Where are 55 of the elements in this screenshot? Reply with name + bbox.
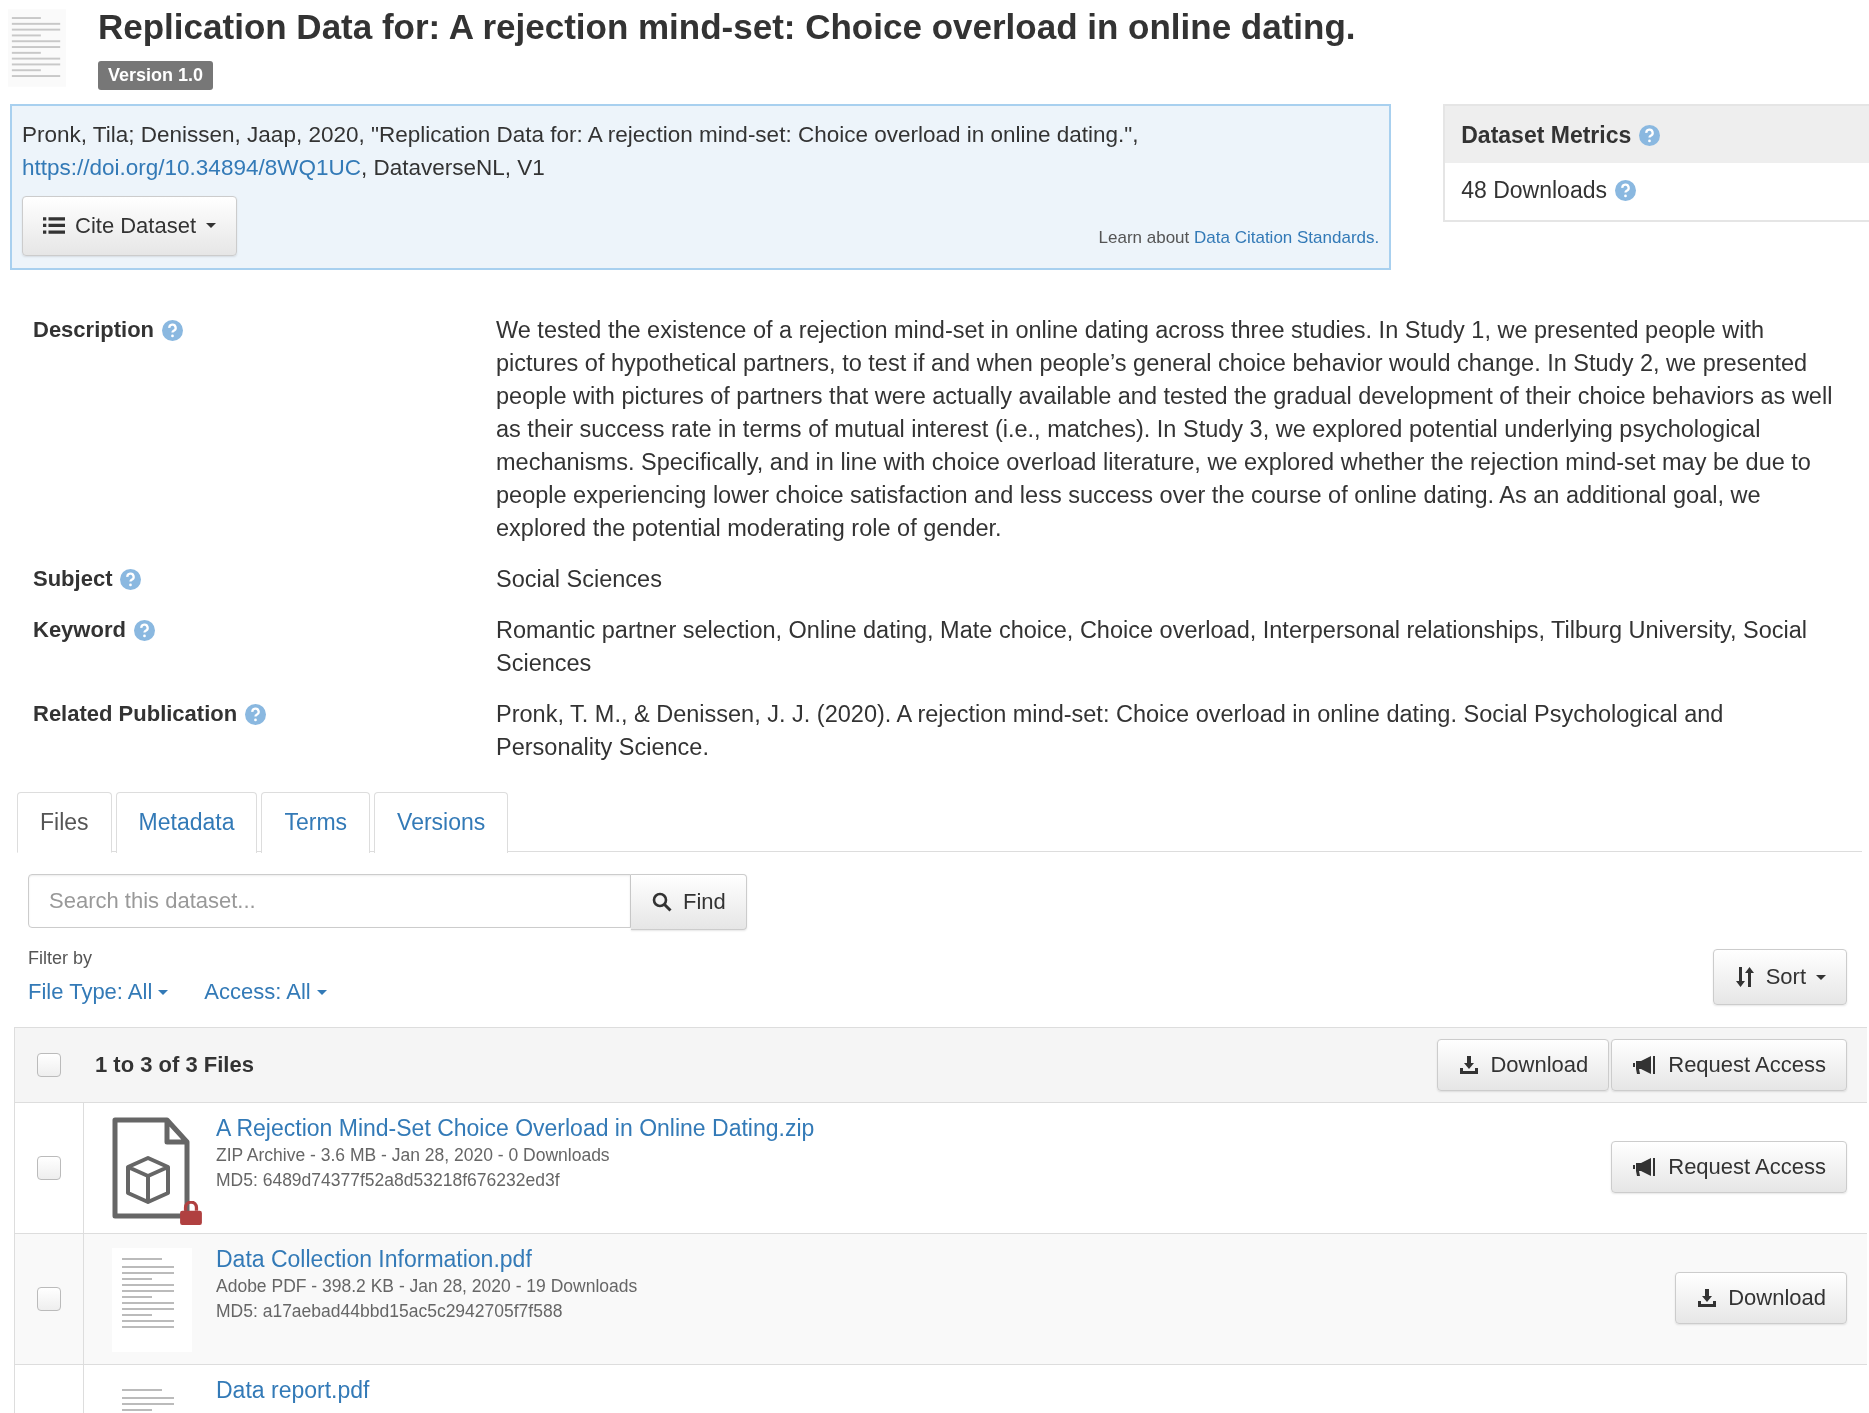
sort-icon [1733,967,1756,987]
download-count: 48 Downloads [1461,176,1607,204]
dataset-title: Replication Data for: A rejection mind-set: Choice overload in online dating. [98,8,1356,47]
filter-dropdown[interactable]: File Type: All [28,979,169,1005]
tab[interactable]: Terms [261,791,371,853]
field-value: We tested the existence of a rejection mind-set in online dating across three studies. In Study 1, we presented people with pictures of hypothetical partners, to test if and when people’s general choice behavior would change. In Study 2, we presented people with pictures of partners that were actually available and tested the gradual development of their choice behaviors as well as their success rate in terms of mutual interest (i.e., matches). In Study 3, we explored potential underlying psychological mechanisms. Specifically, and in line with choice overload literature, we explored whether the rejection mind-set may be due to people experiencing lower choice satisfaction and less success over the course of online dating. As an additional goal, we explored the potential moderating role of gender. [496,315,1834,543]
citation-standards-link[interactable]: Data Citation Standards. [1194,227,1380,247]
help-icon[interactable] [133,619,155,641]
file-details: ZIP Archive - 3.6 MB - Jan 28, 2020 - 0 Downloads [216,1144,611,1167]
checkbox[interactable] [37,1287,61,1311]
caret-icon [206,223,217,228]
field-label: Related Publication [33,701,238,727]
help-icon[interactable] [1639,124,1661,146]
file-name-link[interactable]: Data Collection Information.pdf [216,1244,638,1274]
field-value: Romantic partner selection, Online dating, Mate choice, Choice overload, Interpersonal relationships, Tilburg University, Social Sciences [496,615,1808,678]
field-value: Social Sciences [496,564,663,594]
tab[interactable]: Files [17,791,112,853]
tab[interactable]: Metadata [115,791,258,853]
file-checksum: MD5: a17aebad44bbd15ac5c2942705f7f588 [216,1300,564,1323]
help-icon[interactable] [245,703,267,725]
checkbox[interactable] [37,1156,61,1180]
help-icon[interactable] [1615,179,1636,201]
sort-button[interactable]: Sort [1712,949,1847,1005]
learn-note: Learn about Data Citation Standards. [1098,227,1380,248]
list-icon [43,215,65,236]
file-name-link[interactable]: Data report.pdf [216,1375,370,1405]
search-field[interactable]: Search this dataset... [28,874,631,928]
file-count: 1 to 3 of 3 Files [95,1052,254,1078]
request-access-button[interactable]: Request Access [1611,1039,1847,1091]
help-icon[interactable] [162,319,184,341]
find-button[interactable]: Find [631,874,747,930]
filter-label: Filter by [28,948,93,969]
file-name-link[interactable]: A Rejection Mind-Set Choice Overload in Online Dating.zip [216,1113,815,1143]
version-badge: Version 1.0 [98,60,214,90]
checkbox[interactable] [37,1053,61,1077]
download-button[interactable]: Download [1437,1039,1610,1091]
metrics-title: Dataset Metrics [1461,121,1632,149]
filter-dropdown[interactable]: Access: All [204,979,327,1005]
search-icon [651,892,673,912]
download-icon [1696,1288,1719,1308]
download-icon [1458,1055,1481,1075]
field-label: Keyword [33,617,126,643]
file-details: Adobe PDF - 398.2 KB - Jan 28, 2020 - 19 Downloads [216,1275,638,1298]
field-value: Pronk, T. M., & Denissen, J. J. (2020). A rejection mind-set: Choice overload in online dating. Social Psychological and Personality Science. [496,699,1725,762]
download-button[interactable]: Download [1675,1272,1847,1324]
field-label: Subject [33,566,113,592]
field-label: Description [33,317,155,343]
citation-text: Pronk, Tila; Denissen, Jaap, 2020, "Replication Data for: A rejection mind-set: Choice overload in online dating.", https://doi.org/10.34894/8WQ1UC, DataverseNL, V1 [22,120,1140,182]
file-checksum: MD5: 6489d74377f52a8d53218f676232ed3f [216,1169,561,1192]
tab[interactable]: Versions [374,791,509,853]
cite-dataset-button[interactable]: Cite Dataset [22,195,238,256]
doi-link[interactable]: https://doi.org/10.34894/8WQ1UC [22,154,361,180]
help-icon[interactable] [120,568,142,590]
package-file-icon [112,1117,192,1221]
request-access-button[interactable]: Request Access [1611,1141,1847,1193]
